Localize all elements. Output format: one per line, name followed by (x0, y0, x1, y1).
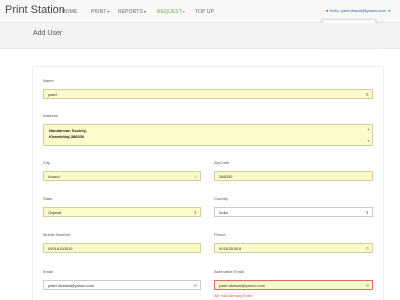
name-label: Name (43, 78, 54, 83)
chevron-icon: ◇ (193, 174, 197, 179)
nav-home-label: HOME (62, 9, 78, 15)
chevron-down-icon: ▾ (182, 9, 185, 14)
mobile-label: Mobile Number (43, 232, 71, 237)
state-select[interactable]: Gujarat ⬍ (43, 207, 201, 217)
name-value: patel (48, 92, 57, 97)
nav-reports-label: REPORTS (118, 9, 143, 15)
zipcode-label: ZipCode (214, 160, 230, 165)
alt-email-field[interactable]: patel.dhawal@yahoo.com ✉ (214, 280, 373, 290)
name-field[interactable]: patel ⇅ (43, 89, 373, 99)
phone-value: 9016150519 (219, 246, 242, 251)
add-user-form (32, 66, 384, 300)
nav-topup-label: TOP UP (195, 9, 215, 15)
page-title: Add User (33, 30, 63, 37)
address-label: Address (43, 113, 58, 118)
envelope-icon: ✉ (193, 283, 197, 288)
select-arrows-icon: ⬍ (193, 210, 197, 215)
mobile-field[interactable]: 09016150519 (43, 243, 201, 253)
city-field[interactable]: Anand ◇ (43, 171, 201, 181)
alt-email-label: Alternative Email (214, 269, 245, 274)
address-textarea[interactable]: Nandanvan Society, Khambhlaj-388330 ▲ ▼ (43, 124, 373, 146)
envelope-icon: ✉ (365, 283, 369, 288)
state-value: Gujarat (48, 210, 62, 215)
city-value: Anand (48, 174, 60, 179)
phone-label: Phone (214, 232, 226, 237)
user-menu[interactable]: ● Hello, patel.dhaval@yahoo.com ▾ (326, 8, 390, 13)
sort-icon: ⇅ (365, 92, 369, 97)
user-email: Hello, patel.dhaval@yahoo.com (329, 8, 387, 13)
nav-reports[interactable]: REPORTS▾ (118, 9, 146, 15)
brand-logo[interactable]: Print Station (5, 4, 65, 16)
phone-field[interactable]: 9016150519 ✆ (214, 243, 373, 253)
address-line-2: Khambhlaj-388330 (49, 134, 85, 139)
country-value: India (219, 210, 228, 215)
mobile-value: 09016150519 (48, 246, 73, 251)
page-header: Add User (0, 23, 400, 49)
city-label: City (43, 160, 50, 165)
nav-print-label: PRINT (91, 9, 107, 15)
email-label: Email (43, 269, 54, 274)
email-value: patel.dhawal@yahoo.com (48, 283, 95, 288)
nav-topup[interactable]: TOP UP (195, 9, 214, 15)
chevron-down-icon: ▾ (388, 8, 391, 13)
nav-print[interactable]: PRINT▾ (91, 9, 110, 15)
nav-home[interactable]: HOME (62, 9, 77, 15)
chevron-down-icon: ▾ (107, 9, 110, 14)
scroll-up-icon[interactable]: ▲ (367, 126, 370, 132)
nav-request-label: REQUEST (157, 9, 182, 15)
state-label: State (43, 196, 53, 201)
nav-request[interactable]: REQUEST▾ (157, 9, 185, 15)
scroll-down-icon[interactable]: ▼ (367, 138, 370, 144)
email-field[interactable]: patel.dhawal@yahoo.com ✉ (43, 280, 201, 290)
zipcode-field[interactable]: 388330 (214, 171, 373, 181)
select-arrows-icon: ⬍ (365, 210, 369, 215)
country-select[interactable]: India ⬍ (214, 207, 373, 217)
user-icon: ● (326, 8, 329, 13)
alt-email-error: AE mail Already Exits (214, 293, 253, 298)
chevron-down-icon: ▾ (143, 9, 146, 14)
alt-email-value: patel.dhawal@yahoo.com (219, 283, 266, 288)
zipcode-value: 388330 (219, 174, 233, 179)
country-label: Country (214, 196, 229, 201)
phone-icon: ✆ (365, 246, 369, 251)
